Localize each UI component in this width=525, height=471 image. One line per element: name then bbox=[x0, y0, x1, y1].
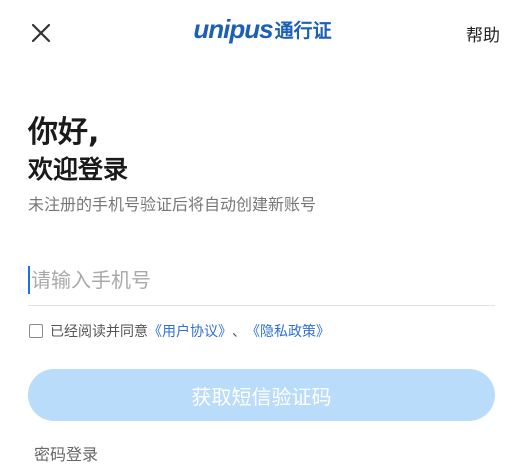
brand-logo: unipus 通行证 bbox=[0, 14, 525, 48]
agreement-checkbox[interactable] bbox=[29, 324, 43, 338]
brand-suffix: 通行证 bbox=[274, 20, 332, 42]
password-login-link[interactable]: 密码登录 bbox=[34, 441, 98, 465]
greeting-title: 你好, bbox=[28, 115, 100, 150]
phone-field bbox=[28, 260, 495, 306]
welcome-title: 欢迎登录 bbox=[28, 155, 129, 184]
privacy-policy-link[interactable]: 《隐私政策》 bbox=[246, 321, 330, 341]
register-hint: 未注册的手机号验证后将自动创建新账号 bbox=[28, 195, 317, 214]
help-link[interactable]: 帮助 bbox=[466, 21, 500, 46]
text-caret bbox=[28, 266, 30, 294]
phone-input[interactable] bbox=[31, 260, 491, 300]
user-agreement-link[interactable]: 《用户协议》 bbox=[148, 321, 232, 341]
agreement-prefix: 已经阅读并同意 bbox=[50, 324, 148, 340]
unipus-logo: unipus bbox=[193, 14, 273, 44]
agreement-separator: 、 bbox=[232, 324, 246, 340]
agreement-row: 已经阅读并同意 《用户协议》 、 《隐私政策》 bbox=[29, 321, 330, 341]
login-page: unipus 通行证 帮助 你好, 欢迎登录 未注册的手机号验证后将自动创建新账号… bbox=[0, 0, 525, 471]
get-sms-code-button[interactable]: 获取短信验证码 bbox=[28, 369, 495, 421]
